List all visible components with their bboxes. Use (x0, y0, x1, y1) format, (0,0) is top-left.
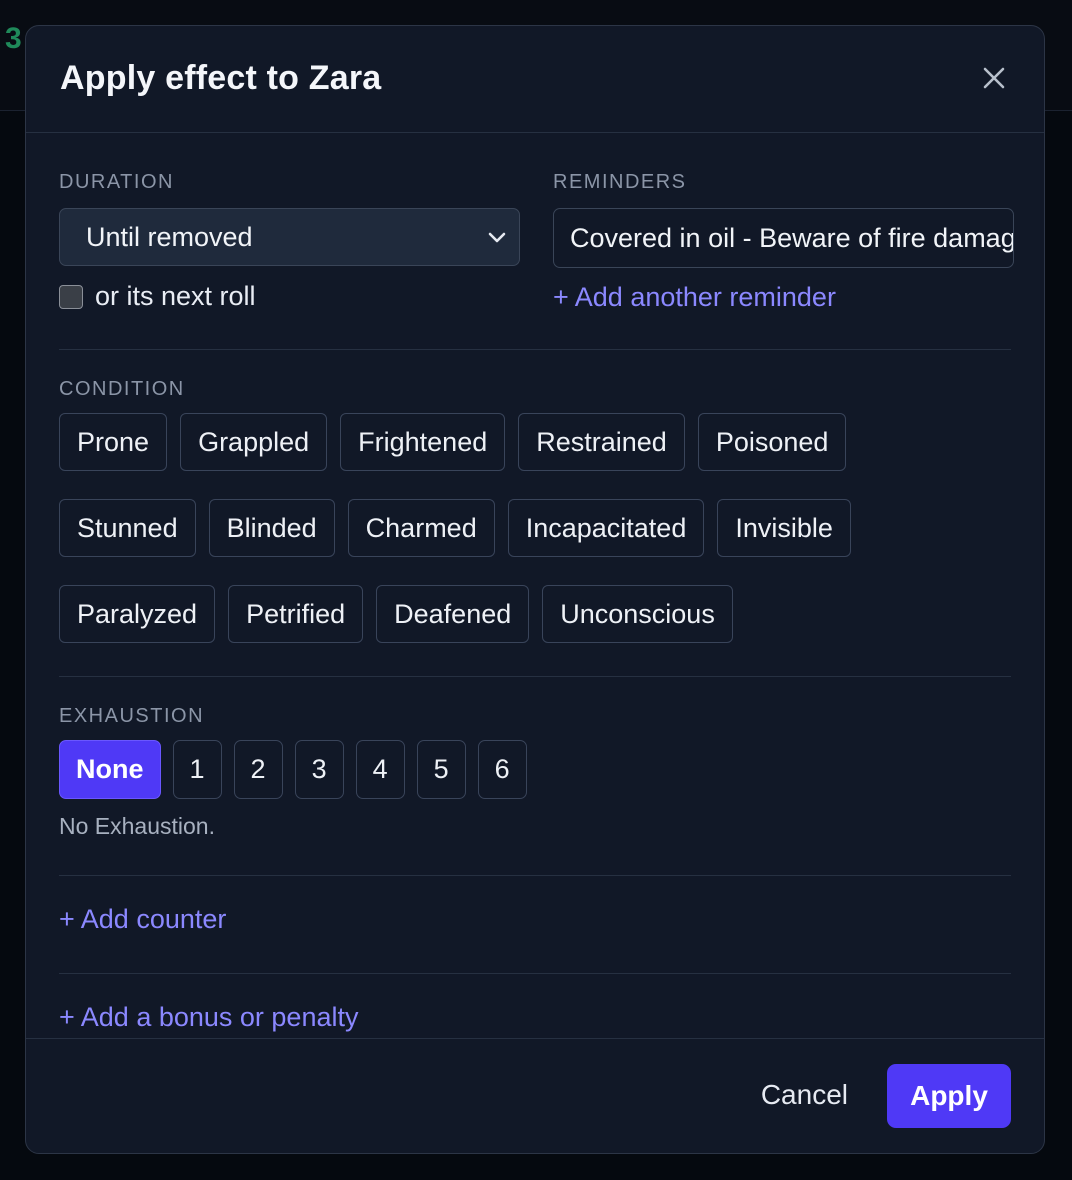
next-roll-label: or its next roll (95, 281, 256, 311)
exhaustion-label: EXHAUSTION (59, 705, 205, 727)
duration-select[interactable]: Until removed (59, 208, 520, 266)
condition-chips: Prone Grappled Frightened Restrained Poi… (59, 413, 1014, 643)
duration-reminders-row: DURATION Until removed or its next roll … (59, 133, 1014, 313)
condition-section: CONDITION Prone Grappled Frightened Rest… (59, 350, 1011, 643)
exhaustion-level-none[interactable]: None (59, 740, 161, 799)
exhaustion-level-2[interactable]: 2 (233, 740, 283, 799)
exhaustion-level-5[interactable]: 5 (416, 740, 466, 799)
condition-chip-incapacitated[interactable]: Incapacitated (507, 499, 705, 557)
condition-chip-blinded[interactable]: Blinded (208, 499, 335, 557)
apply-button[interactable]: Apply (887, 1064, 1011, 1128)
condition-chip-restrained[interactable]: Restrained (518, 413, 685, 471)
dialog-header: Apply effect to Zara (26, 26, 1044, 133)
reminders-label: REMINDERS (553, 171, 687, 193)
exhaustion-level-4[interactable]: 4 (355, 740, 405, 799)
condition-chip-stunned[interactable]: Stunned (59, 499, 196, 557)
chevron-down-icon (488, 232, 506, 243)
condition-chip-poisoned[interactable]: Poisoned (697, 413, 847, 471)
duration-selected-value: Until removed (86, 221, 253, 252)
reminders-section: REMINDERS Covered in oil - Beware of fir… (553, 171, 1014, 313)
next-roll-checkbox[interactable] (59, 284, 83, 309)
add-counter-link[interactable]: + Add counter (59, 904, 226, 935)
exhaustion-level-3[interactable]: 3 (294, 740, 344, 799)
add-reminder-link[interactable]: + Add another reminder (553, 282, 836, 313)
next-roll-option: or its next roll (59, 281, 520, 312)
condition-chip-prone[interactable]: Prone (59, 413, 168, 471)
condition-chip-charmed[interactable]: Charmed (347, 499, 495, 557)
bonus-section: + Add a bonus or penalty (59, 974, 1011, 1033)
duration-section: DURATION Until removed or its next roll (59, 171, 520, 313)
exhaustion-level-6[interactable]: 6 (477, 740, 527, 799)
background-digit: 3 (5, 22, 22, 55)
reminder-input[interactable]: Covered in oil - Beware of fire damage (553, 208, 1014, 268)
counter-section: + Add counter (59, 876, 1011, 945)
condition-chip-petrified[interactable]: Petrified (228, 585, 364, 643)
exhaustion-levels: None 1 2 3 4 5 6 (59, 740, 1011, 799)
dialog-footer: Cancel Apply (26, 1038, 1044, 1153)
exhaustion-section: EXHAUSTION None 1 2 3 4 5 6 No Exhaustio… (59, 677, 1011, 840)
condition-chip-frightened[interactable]: Frightened (340, 413, 506, 471)
apply-effect-dialog: Apply effect to Zara DURATION Until remo… (25, 25, 1045, 1154)
cancel-button[interactable]: Cancel (761, 1079, 848, 1111)
condition-chip-invisible[interactable]: Invisible (717, 499, 851, 557)
add-bonus-penalty-link[interactable]: + Add a bonus or penalty (59, 1002, 358, 1033)
duration-label: DURATION (59, 171, 174, 193)
condition-chip-deafened[interactable]: Deafened (376, 585, 530, 643)
dialog-title: Apply effect to Zara (60, 59, 382, 97)
close-icon[interactable] (980, 64, 1008, 92)
exhaustion-note: No Exhaustion. (59, 813, 215, 839)
condition-chip-grappled[interactable]: Grappled (180, 413, 328, 471)
condition-chip-unconscious[interactable]: Unconscious (542, 585, 733, 643)
condition-label: CONDITION (59, 378, 185, 400)
condition-chip-paralyzed[interactable]: Paralyzed (59, 585, 216, 643)
exhaustion-level-1[interactable]: 1 (172, 740, 222, 799)
